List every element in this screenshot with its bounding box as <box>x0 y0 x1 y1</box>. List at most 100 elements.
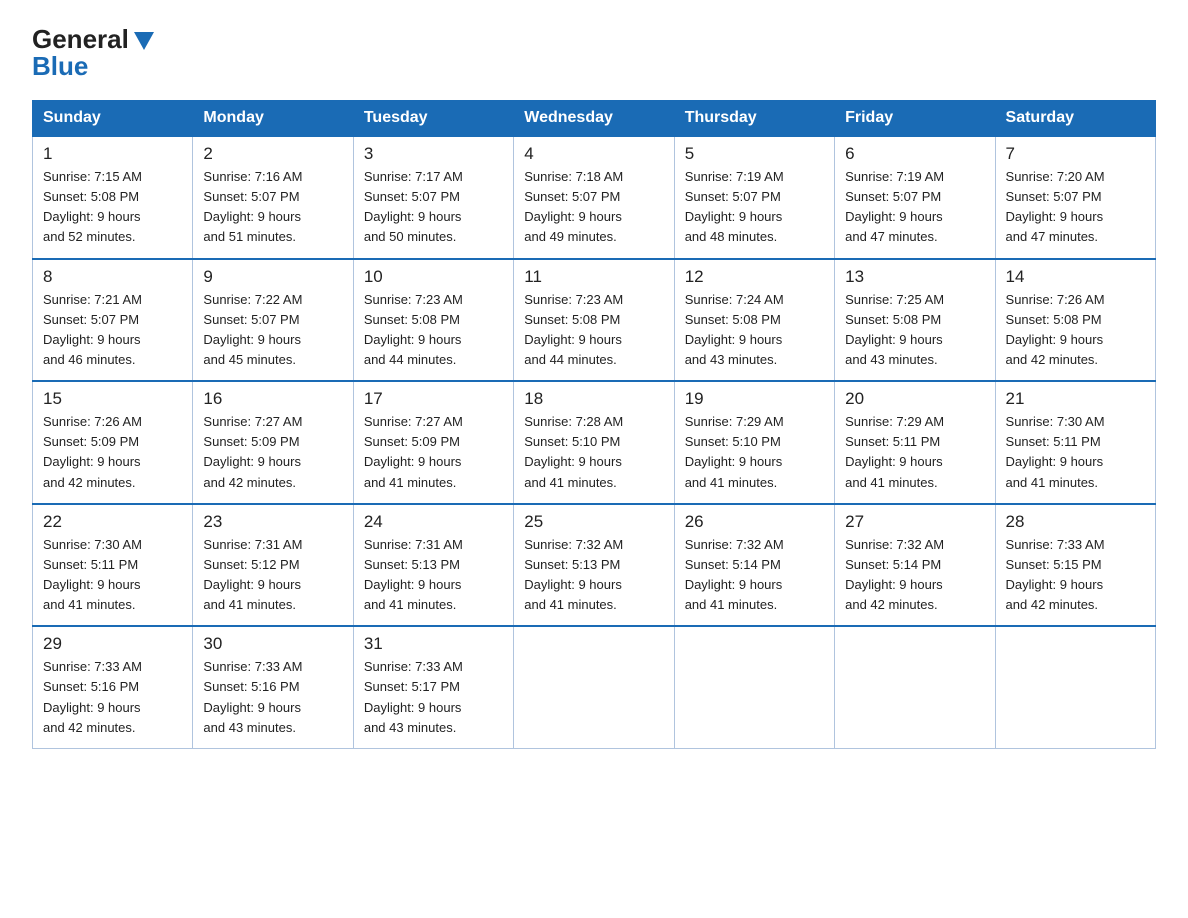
day-info: Sunrise: 7:26 AMSunset: 5:09 PMDaylight:… <box>43 412 182 493</box>
day-info: Sunrise: 7:26 AMSunset: 5:08 PMDaylight:… <box>1006 290 1145 371</box>
day-info: Sunrise: 7:32 AMSunset: 5:14 PMDaylight:… <box>845 535 984 616</box>
calendar-day-cell: 18 Sunrise: 7:28 AMSunset: 5:10 PMDaylig… <box>514 381 674 504</box>
day-info: Sunrise: 7:33 AMSunset: 5:16 PMDaylight:… <box>43 657 182 738</box>
day-number: 23 <box>203 512 342 532</box>
calendar-empty-cell <box>835 626 995 748</box>
calendar-empty-cell <box>674 626 834 748</box>
day-info: Sunrise: 7:19 AMSunset: 5:07 PMDaylight:… <box>685 167 824 248</box>
calendar-day-cell: 6 Sunrise: 7:19 AMSunset: 5:07 PMDayligh… <box>835 136 995 259</box>
day-number: 20 <box>845 389 984 409</box>
calendar-day-cell: 23 Sunrise: 7:31 AMSunset: 5:12 PMDaylig… <box>193 504 353 627</box>
day-number: 18 <box>524 389 663 409</box>
calendar-week-row: 29 Sunrise: 7:33 AMSunset: 5:16 PMDaylig… <box>33 626 1156 748</box>
calendar-day-cell: 27 Sunrise: 7:32 AMSunset: 5:14 PMDaylig… <box>835 504 995 627</box>
weekday-header-row: SundayMondayTuesdayWednesdayThursdayFrid… <box>33 101 1156 137</box>
day-info: Sunrise: 7:25 AMSunset: 5:08 PMDaylight:… <box>845 290 984 371</box>
weekday-header-friday: Friday <box>835 101 995 137</box>
day-number: 4 <box>524 144 663 164</box>
day-number: 27 <box>845 512 984 532</box>
day-info: Sunrise: 7:29 AMSunset: 5:11 PMDaylight:… <box>845 412 984 493</box>
calendar-week-row: 22 Sunrise: 7:30 AMSunset: 5:11 PMDaylig… <box>33 504 1156 627</box>
day-number: 24 <box>364 512 503 532</box>
day-info: Sunrise: 7:31 AMSunset: 5:12 PMDaylight:… <box>203 535 342 616</box>
day-number: 25 <box>524 512 663 532</box>
day-number: 5 <box>685 144 824 164</box>
day-info: Sunrise: 7:27 AMSunset: 5:09 PMDaylight:… <box>364 412 503 493</box>
weekday-header-thursday: Thursday <box>674 101 834 137</box>
day-info: Sunrise: 7:31 AMSunset: 5:13 PMDaylight:… <box>364 535 503 616</box>
day-number: 13 <box>845 267 984 287</box>
weekday-header-wednesday: Wednesday <box>514 101 674 137</box>
day-number: 1 <box>43 144 182 164</box>
calendar-day-cell: 24 Sunrise: 7:31 AMSunset: 5:13 PMDaylig… <box>353 504 513 627</box>
calendar-day-cell: 9 Sunrise: 7:22 AMSunset: 5:07 PMDayligh… <box>193 259 353 382</box>
day-info: Sunrise: 7:17 AMSunset: 5:07 PMDaylight:… <box>364 167 503 248</box>
calendar-day-cell: 28 Sunrise: 7:33 AMSunset: 5:15 PMDaylig… <box>995 504 1155 627</box>
day-info: Sunrise: 7:16 AMSunset: 5:07 PMDaylight:… <box>203 167 342 248</box>
weekday-header-tuesday: Tuesday <box>353 101 513 137</box>
logo-blue: Blue <box>32 51 88 82</box>
calendar-day-cell: 25 Sunrise: 7:32 AMSunset: 5:13 PMDaylig… <box>514 504 674 627</box>
day-number: 29 <box>43 634 182 654</box>
calendar-day-cell: 1 Sunrise: 7:15 AMSunset: 5:08 PMDayligh… <box>33 136 193 259</box>
calendar-day-cell: 12 Sunrise: 7:24 AMSunset: 5:08 PMDaylig… <box>674 259 834 382</box>
day-info: Sunrise: 7:22 AMSunset: 5:07 PMDaylight:… <box>203 290 342 371</box>
calendar-day-cell: 4 Sunrise: 7:18 AMSunset: 5:07 PMDayligh… <box>514 136 674 259</box>
calendar-week-row: 1 Sunrise: 7:15 AMSunset: 5:08 PMDayligh… <box>33 136 1156 259</box>
day-number: 31 <box>364 634 503 654</box>
day-info: Sunrise: 7:23 AMSunset: 5:08 PMDaylight:… <box>524 290 663 371</box>
day-number: 10 <box>364 267 503 287</box>
calendar-day-cell: 5 Sunrise: 7:19 AMSunset: 5:07 PMDayligh… <box>674 136 834 259</box>
logo-triangle-icon <box>131 30 157 52</box>
calendar-day-cell: 30 Sunrise: 7:33 AMSunset: 5:16 PMDaylig… <box>193 626 353 748</box>
day-number: 9 <box>203 267 342 287</box>
calendar-empty-cell <box>995 626 1155 748</box>
day-number: 21 <box>1006 389 1145 409</box>
day-number: 8 <box>43 267 182 287</box>
page-header: General Blue <box>32 24 1156 82</box>
day-info: Sunrise: 7:27 AMSunset: 5:09 PMDaylight:… <box>203 412 342 493</box>
day-info: Sunrise: 7:15 AMSunset: 5:08 PMDaylight:… <box>43 167 182 248</box>
calendar-week-row: 15 Sunrise: 7:26 AMSunset: 5:09 PMDaylig… <box>33 381 1156 504</box>
weekday-header-sunday: Sunday <box>33 101 193 137</box>
day-number: 30 <box>203 634 342 654</box>
calendar-day-cell: 21 Sunrise: 7:30 AMSunset: 5:11 PMDaylig… <box>995 381 1155 504</box>
calendar-table: SundayMondayTuesdayWednesdayThursdayFrid… <box>32 100 1156 749</box>
calendar-day-cell: 22 Sunrise: 7:30 AMSunset: 5:11 PMDaylig… <box>33 504 193 627</box>
calendar-day-cell: 10 Sunrise: 7:23 AMSunset: 5:08 PMDaylig… <box>353 259 513 382</box>
day-info: Sunrise: 7:33 AMSunset: 5:17 PMDaylight:… <box>364 657 503 738</box>
day-number: 12 <box>685 267 824 287</box>
day-number: 28 <box>1006 512 1145 532</box>
day-number: 6 <box>845 144 984 164</box>
day-number: 22 <box>43 512 182 532</box>
day-number: 15 <box>43 389 182 409</box>
day-info: Sunrise: 7:32 AMSunset: 5:14 PMDaylight:… <box>685 535 824 616</box>
day-info: Sunrise: 7:33 AMSunset: 5:16 PMDaylight:… <box>203 657 342 738</box>
day-number: 14 <box>1006 267 1145 287</box>
day-info: Sunrise: 7:30 AMSunset: 5:11 PMDaylight:… <box>43 535 182 616</box>
day-number: 2 <box>203 144 342 164</box>
day-info: Sunrise: 7:23 AMSunset: 5:08 PMDaylight:… <box>364 290 503 371</box>
calendar-day-cell: 13 Sunrise: 7:25 AMSunset: 5:08 PMDaylig… <box>835 259 995 382</box>
day-info: Sunrise: 7:29 AMSunset: 5:10 PMDaylight:… <box>685 412 824 493</box>
day-number: 7 <box>1006 144 1145 164</box>
weekday-header-saturday: Saturday <box>995 101 1155 137</box>
day-number: 11 <box>524 267 663 287</box>
calendar-day-cell: 31 Sunrise: 7:33 AMSunset: 5:17 PMDaylig… <box>353 626 513 748</box>
calendar-day-cell: 14 Sunrise: 7:26 AMSunset: 5:08 PMDaylig… <box>995 259 1155 382</box>
day-number: 19 <box>685 389 824 409</box>
day-info: Sunrise: 7:21 AMSunset: 5:07 PMDaylight:… <box>43 290 182 371</box>
day-info: Sunrise: 7:24 AMSunset: 5:08 PMDaylight:… <box>685 290 824 371</box>
calendar-day-cell: 29 Sunrise: 7:33 AMSunset: 5:16 PMDaylig… <box>33 626 193 748</box>
calendar-week-row: 8 Sunrise: 7:21 AMSunset: 5:07 PMDayligh… <box>33 259 1156 382</box>
day-info: Sunrise: 7:19 AMSunset: 5:07 PMDaylight:… <box>845 167 984 248</box>
day-info: Sunrise: 7:32 AMSunset: 5:13 PMDaylight:… <box>524 535 663 616</box>
day-info: Sunrise: 7:28 AMSunset: 5:10 PMDaylight:… <box>524 412 663 493</box>
calendar-day-cell: 17 Sunrise: 7:27 AMSunset: 5:09 PMDaylig… <box>353 381 513 504</box>
calendar-day-cell: 15 Sunrise: 7:26 AMSunset: 5:09 PMDaylig… <box>33 381 193 504</box>
calendar-day-cell: 7 Sunrise: 7:20 AMSunset: 5:07 PMDayligh… <box>995 136 1155 259</box>
day-number: 16 <box>203 389 342 409</box>
logo: General Blue <box>32 24 157 82</box>
day-info: Sunrise: 7:33 AMSunset: 5:15 PMDaylight:… <box>1006 535 1145 616</box>
calendar-empty-cell <box>514 626 674 748</box>
